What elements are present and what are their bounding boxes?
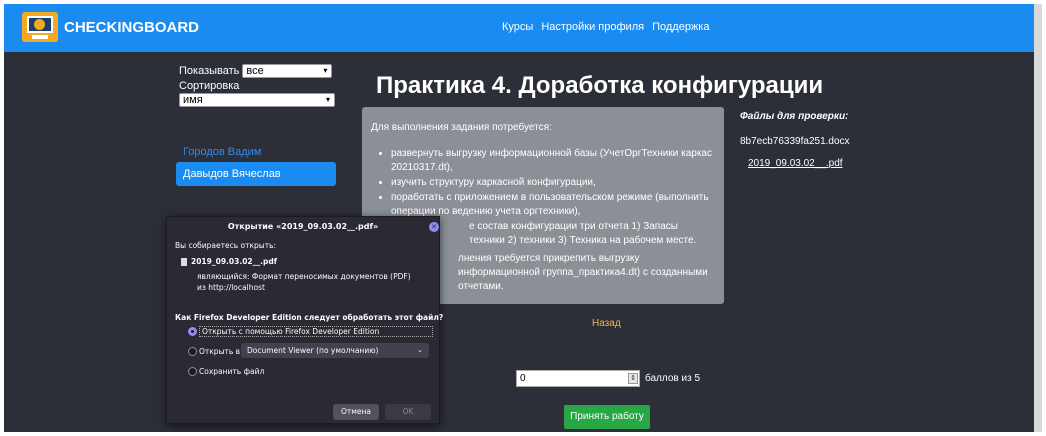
dialog-file-type: являющийся: Формат переносимых документо… — [197, 272, 411, 281]
show-select[interactable]: все ▾ — [242, 64, 333, 78]
show-label: Показывать — [179, 65, 240, 77]
task-item: развернуть выгрузку информационной базы … — [391, 147, 715, 175]
sort-select[interactable]: имя ▾ — [179, 93, 335, 107]
chevron-down-icon: ▾ — [325, 95, 330, 104]
dialog-title: Открытие «2019_09.03.02__.pdf» — [227, 222, 379, 231]
sort-select-value: имя — [183, 94, 203, 106]
task-item: поработать с приложением в пользовательс… — [391, 191, 715, 219]
dialog-question: Как Firefox Developer Edition следует об… — [175, 313, 444, 322]
file-link-pdf[interactable]: 2019_09.03.02__.pdf — [748, 158, 843, 169]
close-icon[interactable]: ✕ — [429, 222, 439, 232]
chevron-down-icon: ▾ — [323, 66, 328, 75]
option-open-in-label[interactable]: Открыть в — [199, 347, 240, 356]
nav-profile-settings[interactable]: Настройки профиля — [541, 21, 644, 33]
sort-label: Сортировка — [179, 80, 240, 92]
top-navbar: CHECKINGBOARD Курсы Настройки профиля По… — [4, 4, 1042, 52]
brand[interactable]: CHECKINGBOARD — [22, 12, 199, 42]
show-select-value: все — [246, 65, 264, 77]
dialog-intro: Вы собираетесь открыть: — [175, 241, 277, 250]
task-item: изучить структуру каркасной конфигурации… — [391, 176, 715, 190]
score-value: 0 — [520, 373, 526, 384]
brand-name: CHECKINGBOARD — [64, 18, 199, 36]
files-title: Файлы для проверки: — [740, 111, 849, 122]
scrollbar[interactable] — [1034, 4, 1042, 432]
dialog-filename-text: 2019_09.03.02__.pdf — [191, 257, 277, 266]
file-link-docx[interactable]: 8b7ecb76339fa251.docx — [740, 136, 850, 147]
dialog-file-source: из http://localhost — [197, 283, 265, 292]
score-input[interactable]: 0 ⇕ — [516, 370, 640, 387]
option-open-with-label[interactable]: Открыть с помощью Firefox Developer Edit… — [199, 326, 433, 337]
student-item-selected[interactable]: Давыдов Вячеслав — [176, 162, 336, 186]
accept-work-button[interactable]: Принять работу — [564, 405, 650, 429]
spinner-icon[interactable]: ⇕ — [628, 373, 638, 384]
logo-icon — [22, 12, 58, 42]
nav-courses[interactable]: Курсы — [502, 21, 533, 33]
dialog-filename: 2019_09.03.02__.pdf — [181, 257, 277, 266]
app-window: CHECKINGBOARD Курсы Настройки профиля По… — [4, 4, 1042, 432]
file-icon — [181, 257, 187, 266]
radio-open-in[interactable] — [188, 347, 197, 356]
page-title: Практика 4. Доработка конфигурации — [376, 72, 824, 99]
radio-open-with[interactable] — [188, 327, 197, 336]
chevron-down-icon: ⌄ — [417, 346, 423, 354]
student-item[interactable]: Городов Вадим — [176, 140, 336, 164]
ok-button[interactable]: OK — [385, 404, 431, 420]
score-suffix: баллов из 5 — [645, 373, 701, 384]
nav-support[interactable]: Поддержка — [652, 21, 709, 33]
task-intro: Для выполнения задания потребуется: — [371, 122, 552, 133]
option-save-file-label[interactable]: Сохранить файл — [199, 367, 264, 376]
open-file-dialog: Открытие «2019_09.03.02__.pdf» ✕ Вы соби… — [166, 216, 444, 424]
nav-links: Курсы Настройки профиля Поддержка — [502, 21, 709, 33]
cancel-button[interactable]: Отмена — [333, 404, 379, 420]
filters-panel: Показывать все ▾ Сортировка имя ▾ — [179, 64, 335, 107]
radio-save-file[interactable] — [188, 367, 197, 376]
app-select[interactable]: Document Viewer (по умолчанию) ⌄ — [241, 343, 429, 358]
back-link[interactable]: Назад — [592, 318, 621, 329]
app-select-value: Document Viewer (по умолчанию) — [247, 346, 379, 355]
